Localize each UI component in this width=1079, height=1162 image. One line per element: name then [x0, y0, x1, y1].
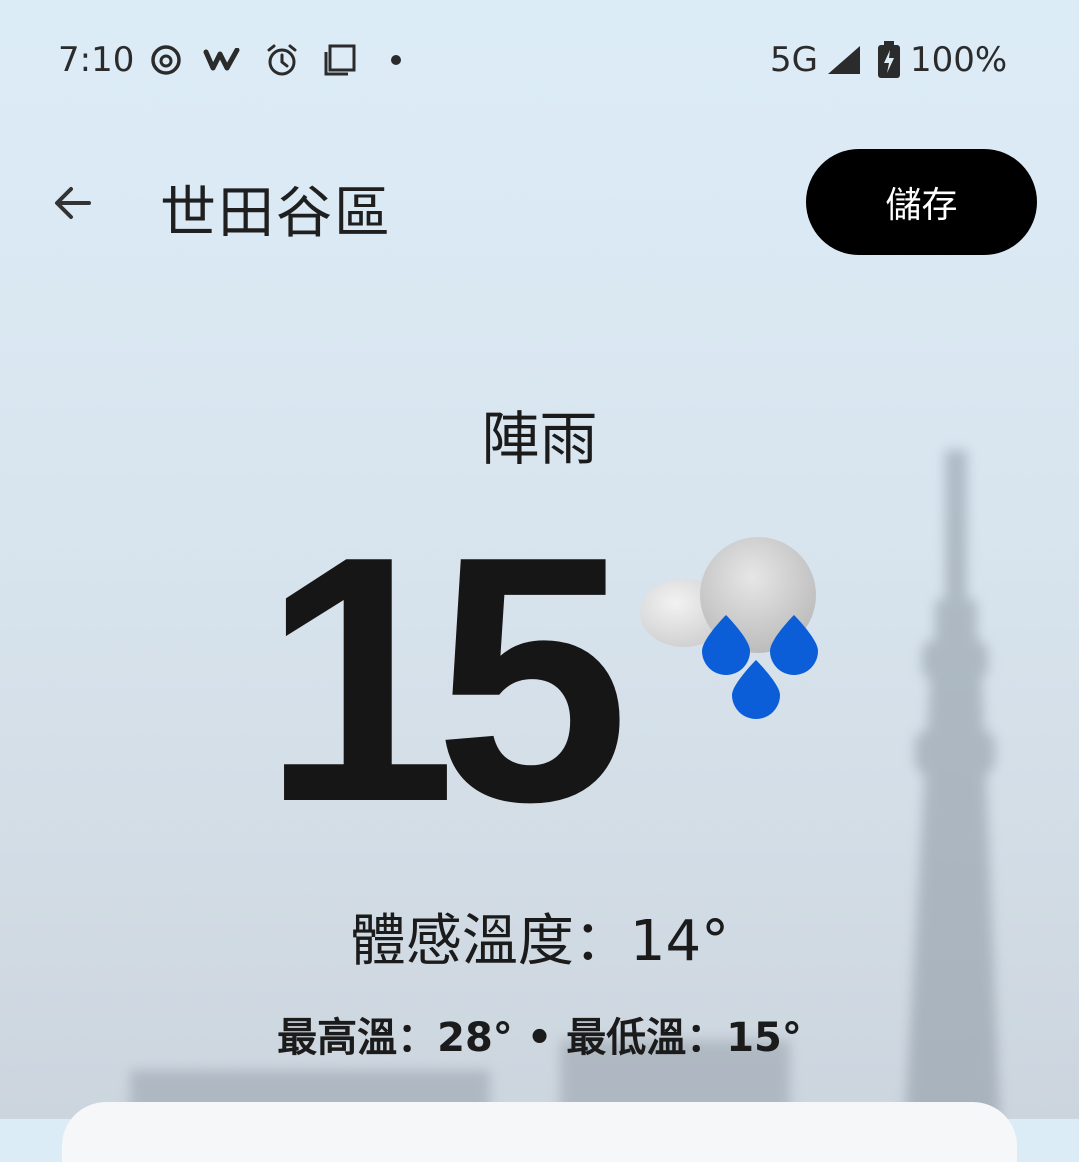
battery-percent: 100%: [910, 40, 1008, 80]
arrow-left-icon: [55, 187, 91, 219]
signal-icon: [824, 40, 864, 80]
cloud-rain-icon: [640, 537, 818, 719]
current-temperature: 15: [262, 484, 629, 875]
battery-charging-icon: [876, 40, 902, 80]
details-sheet[interactable]: [62, 1102, 1017, 1162]
back-button[interactable]: [40, 170, 106, 236]
weather-condition: 陣雨: [481, 405, 598, 473]
page-title: 世田谷區: [160, 181, 392, 246]
dot-icon: [386, 40, 406, 80]
save-button[interactable]: 儲存: [806, 149, 1037, 255]
high-low-temperature: 最高溫：28° • 最低溫：15°: [277, 1015, 802, 1061]
feels-like-temperature: 體感溫度：14°: [349, 909, 730, 974]
w-app-icon: [202, 40, 242, 80]
status-time: 7:10: [58, 40, 135, 80]
network-label: 5G: [770, 40, 818, 80]
alarm-icon: [262, 40, 302, 80]
screenshot-icon: [320, 40, 360, 80]
status-bar: 7:10 5G 100%: [0, 0, 1079, 120]
threads-icon: [146, 40, 186, 80]
